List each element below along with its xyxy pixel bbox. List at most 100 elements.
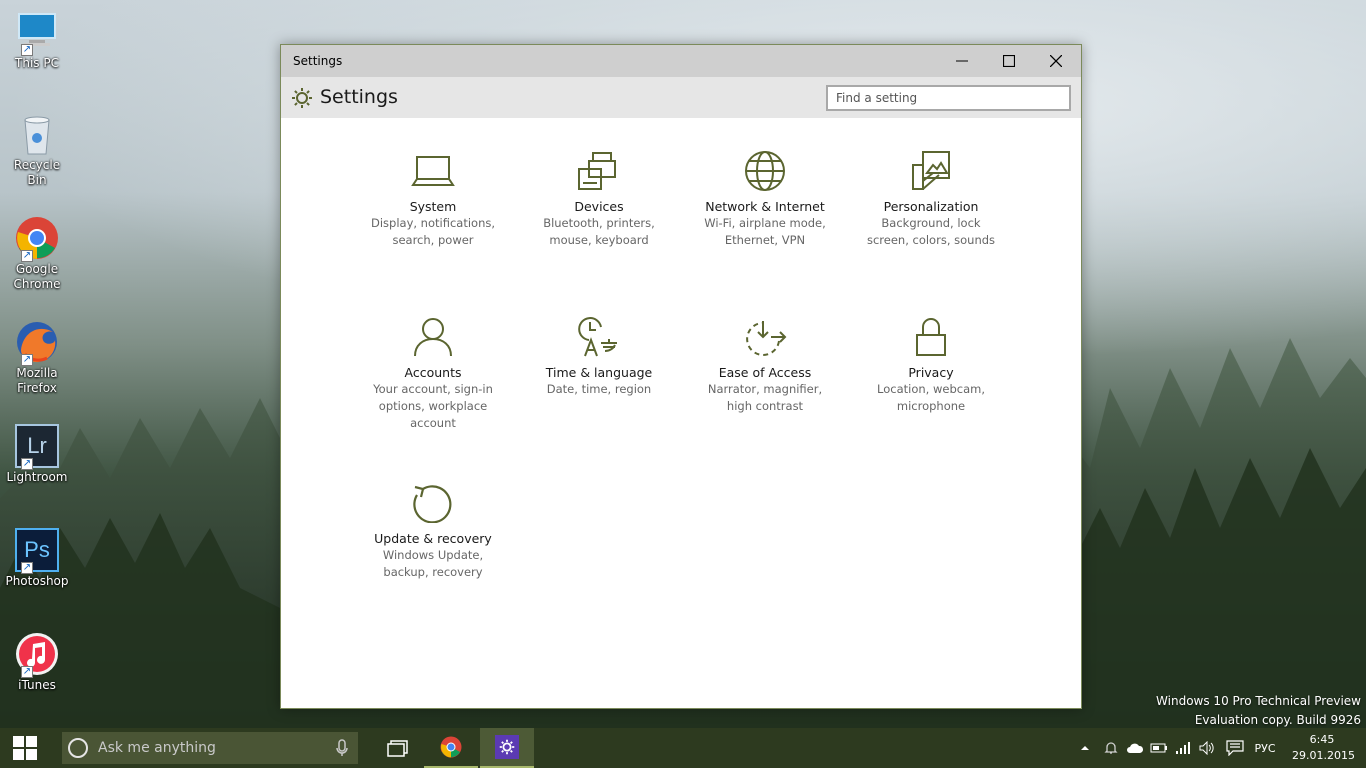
show-hidden-icons-button[interactable] [1076,728,1094,768]
message-icon [1226,740,1244,756]
microphone-icon[interactable] [336,739,348,757]
tile-desc: search, power [392,233,474,247]
desktop-icon-label: Recycle Bin [13,158,61,187]
tile-name: Ease of Access [718,365,812,380]
tile-desc: Bluetooth, printers, [543,216,655,230]
battery-icon [1150,743,1167,753]
bell-icon [1104,742,1118,754]
start-button[interactable] [0,728,50,768]
speaker-icon [1199,741,1214,755]
desktop-icon-photoshop[interactable]: Ps ↗ Photoshop [4,528,70,589]
tile-desc: mouse, keyboard [549,233,649,247]
desktop-icon-recycle-bin[interactable]: Recycle Bin [4,112,70,188]
action-center-button[interactable] [1222,728,1248,768]
clock-date: 29.01.2015 [1292,749,1355,762]
close-button[interactable] [1033,45,1079,77]
settings-tile-time-language[interactable]: Time & language Date, time, region [524,317,674,398]
gear-icon [499,739,515,755]
shortcut-arrow-icon: ↗ [21,666,33,678]
desktop-icon-label: iTunes [18,678,56,692]
settings-tile-ease-of-access[interactable]: Ease of Access Narrator, magnifier, high… [690,317,840,415]
cortana-placeholder: Ask me anything [98,740,216,756]
tile-desc: Windows Update, [382,548,484,562]
tile-name: Network & Internet [705,199,825,214]
signal-bars-icon [1176,742,1190,754]
title-bar[interactable]: Settings [281,45,1081,77]
tile-desc: Wi-Fi, airplane mode, [704,216,826,230]
battery-button[interactable] [1148,728,1170,768]
tile-desc: Date, time, region [546,382,652,396]
taskbar-settings[interactable] [480,728,534,768]
tile-name: Time & language [545,365,653,380]
shortcut-arrow-icon: ↗ [21,44,33,56]
notification-bell-button[interactable] [1100,728,1122,768]
task-view-button[interactable] [370,728,424,768]
network-button[interactable] [1172,728,1194,768]
lock-icon [916,318,946,356]
tile-desc: high contrast [726,399,804,413]
desktop-icon-google-chrome[interactable]: ↗ Google Chrome [4,216,70,292]
tile-desc: screen, colors, sounds [866,233,996,247]
watermark-line1: Windows 10 Pro Technical Preview [1156,694,1361,708]
page-title: Settings [320,86,398,108]
desktop-icon-mozilla-firefox[interactable]: ↗ Mozilla Firefox [4,320,70,396]
desktop-icon-label: Photoshop [5,574,69,588]
close-icon [1050,55,1062,67]
desktop-icon-label: Lightroom [6,470,68,484]
ease-of-access-icon [746,321,787,356]
settings-header: Settings [281,77,1081,118]
desktop-icon-lightroom[interactable]: Lr ↗ Lightroom [4,424,70,485]
tile-name: Update & recovery [374,531,492,546]
personalization-icon [912,151,950,190]
maximize-button[interactable] [986,45,1032,77]
desktop-icon-label-line2: Firefox [17,381,57,395]
person-icon [414,318,452,357]
recycle-bin-icon [15,112,59,156]
tile-desc: Narrator, magnifier, [707,382,823,396]
time-language-icon [578,317,617,357]
tile-desc: Ethernet, VPN [724,233,806,247]
tile-desc: Your account, sign-in [373,382,493,396]
taskbar-chrome[interactable] [424,728,478,768]
tile-desc: Location, webcam, [877,382,985,396]
tile-desc: Background, lock [881,216,981,230]
settings-tile-update-recovery[interactable]: Update & recovery Windows Update, backup… [358,483,508,581]
chrome-icon [440,736,462,758]
itunes-icon: ↗ [15,632,59,678]
cortana-search-box[interactable]: Ask me anything [62,732,358,764]
minimize-icon [956,60,968,62]
settings-tile-devices[interactable]: Devices Bluetooth, printers, mouse, keyb… [524,151,674,249]
photoshop-icon: Ps ↗ [15,528,59,574]
evaluation-watermark: Windows 10 Pro Technical Preview Evaluat… [1156,692,1361,730]
windows-logo-icon [13,736,37,760]
gear-icon [292,88,312,108]
tile-name: Devices [574,199,624,214]
settings-tile-personalization[interactable]: Personalization Background, lock screen,… [856,151,1006,249]
settings-tile-accounts[interactable]: Accounts Your account, sign-in options, … [358,317,508,432]
clock[interactable]: 6:45 29.01.2015 [1292,732,1355,764]
language-indicator[interactable]: РУС [1250,728,1280,768]
tile-name: Accounts [404,365,462,380]
settings-tile-network[interactable]: Network & Internet Wi-Fi, airplane mode,… [690,151,840,249]
tile-desc: microphone [896,399,966,413]
chrome-icon: ↗ [15,216,59,262]
shortcut-arrow-icon: ↗ [21,458,33,470]
shortcut-arrow-icon: ↗ [21,562,33,574]
cortana-icon [68,738,88,758]
volume-button[interactable] [1196,728,1218,768]
desktop-icon-label-line2: Chrome [13,277,61,291]
devices-icon [578,152,616,190]
firefox-icon: ↗ [15,320,59,366]
shortcut-arrow-icon: ↗ [21,354,33,366]
desktop-icon-this-pc[interactable]: ↗ This PC [4,10,70,71]
settings-tile-system[interactable]: System Display, notifications, search, p… [358,151,508,249]
onedrive-button[interactable] [1124,728,1146,768]
tile-desc: account [410,416,456,430]
minimize-button[interactable] [939,45,985,77]
taskbar: Ask me anything РУС 6:45 29.01.2015 [0,728,1366,768]
tile-desc: backup, recovery [383,565,483,579]
find-setting-input[interactable] [826,85,1071,111]
lightroom-icon: Lr ↗ [15,424,59,470]
settings-tile-privacy[interactable]: Privacy Location, webcam, microphone [856,317,1006,415]
desktop-icon-itunes[interactable]: ↗ iTunes [4,632,70,693]
